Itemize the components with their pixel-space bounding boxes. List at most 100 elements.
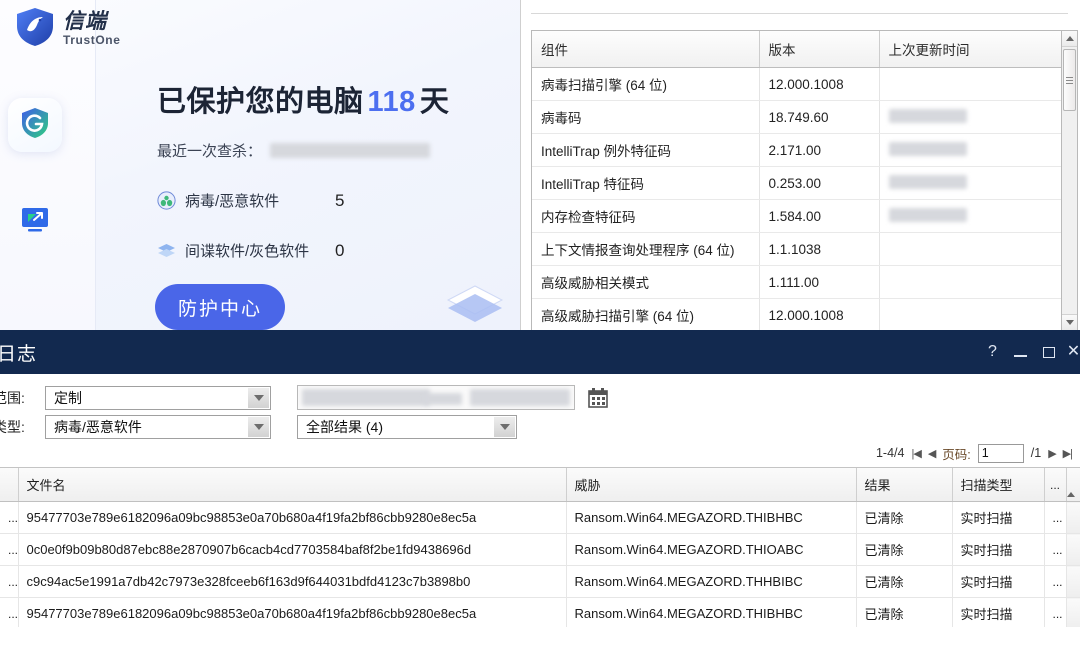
first-page-button[interactable]: |◀ [911, 447, 920, 460]
cell-filename: c9c94ac5e1991a7db42c7973e328fceeb6f163d9… [18, 566, 566, 598]
col-header-result[interactable]: 结果 [856, 468, 952, 502]
next-page-button[interactable]: ▶ [1048, 447, 1055, 460]
cell-filename: 95477703e789e6182096a09bc98853e0a70b680a… [18, 598, 566, 628]
antivirus-main-window: 信端 TrustOne 已保护您的电脑118天 实时防护 最近一次查杀： [0, 0, 520, 330]
minimize-button[interactable] [1013, 348, 1028, 357]
component-name: 病毒扫描引擎 (64 位) [532, 68, 759, 101]
type-label: 类型: [0, 417, 39, 437]
table-row[interactable]: 病毒码 18.749.60 [532, 101, 1077, 134]
scroll-down-button[interactable] [1062, 314, 1077, 330]
cell-filename: 0c0e0f9b09b80d87ebc88e2870907b6cacb4cd77… [18, 534, 566, 566]
chevron-up-icon [1067, 477, 1075, 497]
calendar-icon[interactable] [587, 387, 609, 409]
results-scrollbar-track[interactable] [1066, 534, 1080, 566]
type-select[interactable]: 病毒/恶意软件 [45, 415, 271, 439]
headline-prefix: 已保护您的电脑 [157, 86, 364, 118]
col-header-threat[interactable]: 威胁 [566, 468, 856, 502]
chevron-down-icon [1066, 320, 1074, 325]
cell-result: 已清除 [856, 502, 952, 534]
cell-filename: 95477703e789e6182096a09bc98853e0a70b680a… [18, 502, 566, 534]
results-scrollbar-top[interactable] [1066, 468, 1080, 502]
results-scrollbar-track[interactable] [1066, 566, 1080, 598]
log-window-titlebar: 日志 ? ✕ [0, 330, 1080, 374]
last-scan-row: 最近一次查杀： [157, 140, 430, 161]
results-scrollbar-track[interactable] [1066, 502, 1080, 534]
row-lead-ellipsis: ... [0, 534, 18, 566]
cell-more[interactable]: ... [1044, 598, 1066, 628]
stat-virus-value: 5 [335, 191, 344, 211]
cell-more[interactable]: ... [1044, 534, 1066, 566]
col-header-filename[interactable]: 文件名 [18, 468, 566, 502]
cell-more[interactable]: ... [1044, 566, 1066, 598]
scroll-up-button[interactable] [1062, 31, 1077, 47]
app-logo: 信端 TrustOne [14, 6, 120, 48]
col-header-more[interactable]: ... [1044, 468, 1066, 502]
type-select-value: 病毒/恶意软件 [54, 417, 142, 437]
col-header-last-updated[interactable]: 上次更新时间 [879, 31, 1077, 68]
table-row[interactable]: 高级威胁扫描引擎 (64 位) 12.000.1008 [532, 299, 1077, 331]
table-row[interactable]: 高级威胁相关模式 1.111.00 [532, 266, 1077, 299]
chevron-down-icon[interactable] [248, 417, 269, 437]
table-row[interactable]: ... 0c0e0f9b09b80d87ebc88e2870907b6cacb4… [0, 534, 1080, 566]
results-header-row: 文件名 威胁 结果 扫描类型 ... [0, 468, 1080, 502]
record-count: 1-4/4 [876, 446, 905, 460]
maximize-button[interactable] [1041, 347, 1056, 358]
table-row[interactable]: IntelliTrap 特征码 0.253.00 [532, 167, 1077, 200]
page-number-input[interactable] [978, 444, 1024, 463]
chevron-down-icon[interactable] [248, 388, 269, 408]
monitor-icon [20, 206, 50, 239]
col-header-component[interactable]: 组件 [532, 31, 759, 68]
cell-scan-type: 实时扫描 [952, 566, 1044, 598]
log-filter-bar: 范围: 定制 [0, 374, 1080, 439]
last-page-button[interactable]: ▶| [1063, 447, 1072, 460]
table-row[interactable]: 内存检查特征码 1.584.00 [532, 200, 1077, 233]
antivirus-sidebar [0, 0, 96, 330]
component-updated [879, 101, 1077, 134]
col-header-version[interactable]: 版本 [759, 31, 879, 68]
table-row[interactable]: ... 95477703e789e6182096a09bc98853e0a70b… [0, 598, 1080, 628]
date-range-input[interactable] [297, 385, 575, 410]
component-updated [879, 233, 1077, 266]
cell-threat: Ransom.Win64.MEGAZORD.THHBIBC [566, 566, 856, 598]
brand-name-en: TrustOne [63, 34, 120, 46]
cell-more[interactable]: ... [1044, 502, 1066, 534]
close-button[interactable]: ✕ [1069, 344, 1078, 360]
component-version: 12.000.1008 [759, 299, 879, 331]
log-results-table: 文件名 威胁 结果 扫描类型 ... ... 95477703e789e6182… [0, 468, 1080, 627]
protection-headline: 已保护您的电脑118天 [157, 78, 449, 120]
col-header-scan-type[interactable]: 扫描类型 [952, 468, 1044, 502]
scrollbar-thumb[interactable] [1063, 49, 1076, 111]
help-button[interactable]: ? [985, 344, 1000, 360]
shield-icon [20, 107, 50, 144]
table-row[interactable]: 病毒扫描引擎 (64 位) 12.000.1008 [532, 68, 1077, 101]
table-row[interactable]: IntelliTrap 例外特征码 2.171.00 [532, 134, 1077, 167]
headline-days: 118 [364, 86, 420, 118]
chevron-down-icon[interactable] [494, 417, 515, 437]
stat-spyware-value: 0 [335, 241, 344, 261]
component-name: 高级威胁扫描引擎 (64 位) [532, 299, 759, 331]
result-select[interactable]: 全部结果 (4) [297, 415, 517, 439]
component-table-scrollbar[interactable] [1061, 30, 1078, 330]
component-version: 2.171.00 [759, 134, 879, 167]
stat-virus-malware: 病毒/恶意软件 5 [157, 190, 344, 211]
range-select[interactable]: 定制 [45, 386, 271, 410]
sidebar-item-monitor[interactable] [8, 195, 62, 249]
last-scan-value-redacted [270, 143, 430, 158]
filter-row-type: 类型: 病毒/恶意软件 全部结果 (4) [0, 413, 1080, 440]
panel-divider [531, 13, 1068, 14]
grip-line [1066, 80, 1073, 81]
trustone-logo-icon [14, 6, 56, 48]
table-row[interactable]: 上下文情报查询处理程序 (64 位) 1.1.1038 [532, 233, 1077, 266]
protection-center-button[interactable]: 防护中心 [155, 284, 285, 330]
table-row[interactable]: ... 95477703e789e6182096a09bc98853e0a70b… [0, 502, 1080, 534]
table-row[interactable]: ... c9c94ac5e1991a7db42c7973e328fceeb6f1… [0, 566, 1080, 598]
date-end-redacted [470, 389, 570, 406]
cell-scan-type: 实时扫描 [952, 502, 1044, 534]
sidebar-item-protection[interactable] [8, 98, 62, 152]
grip-line [1066, 77, 1073, 78]
row-lead-ellipsis: ... [0, 566, 18, 598]
prev-page-button[interactable]: ◀ [928, 447, 935, 460]
results-scrollbar-track[interactable] [1066, 598, 1080, 628]
cell-result: 已清除 [856, 534, 952, 566]
pagination-bar: 1-4/4 |◀ ◀ 页码: /1 ▶ ▶| [0, 439, 1080, 467]
